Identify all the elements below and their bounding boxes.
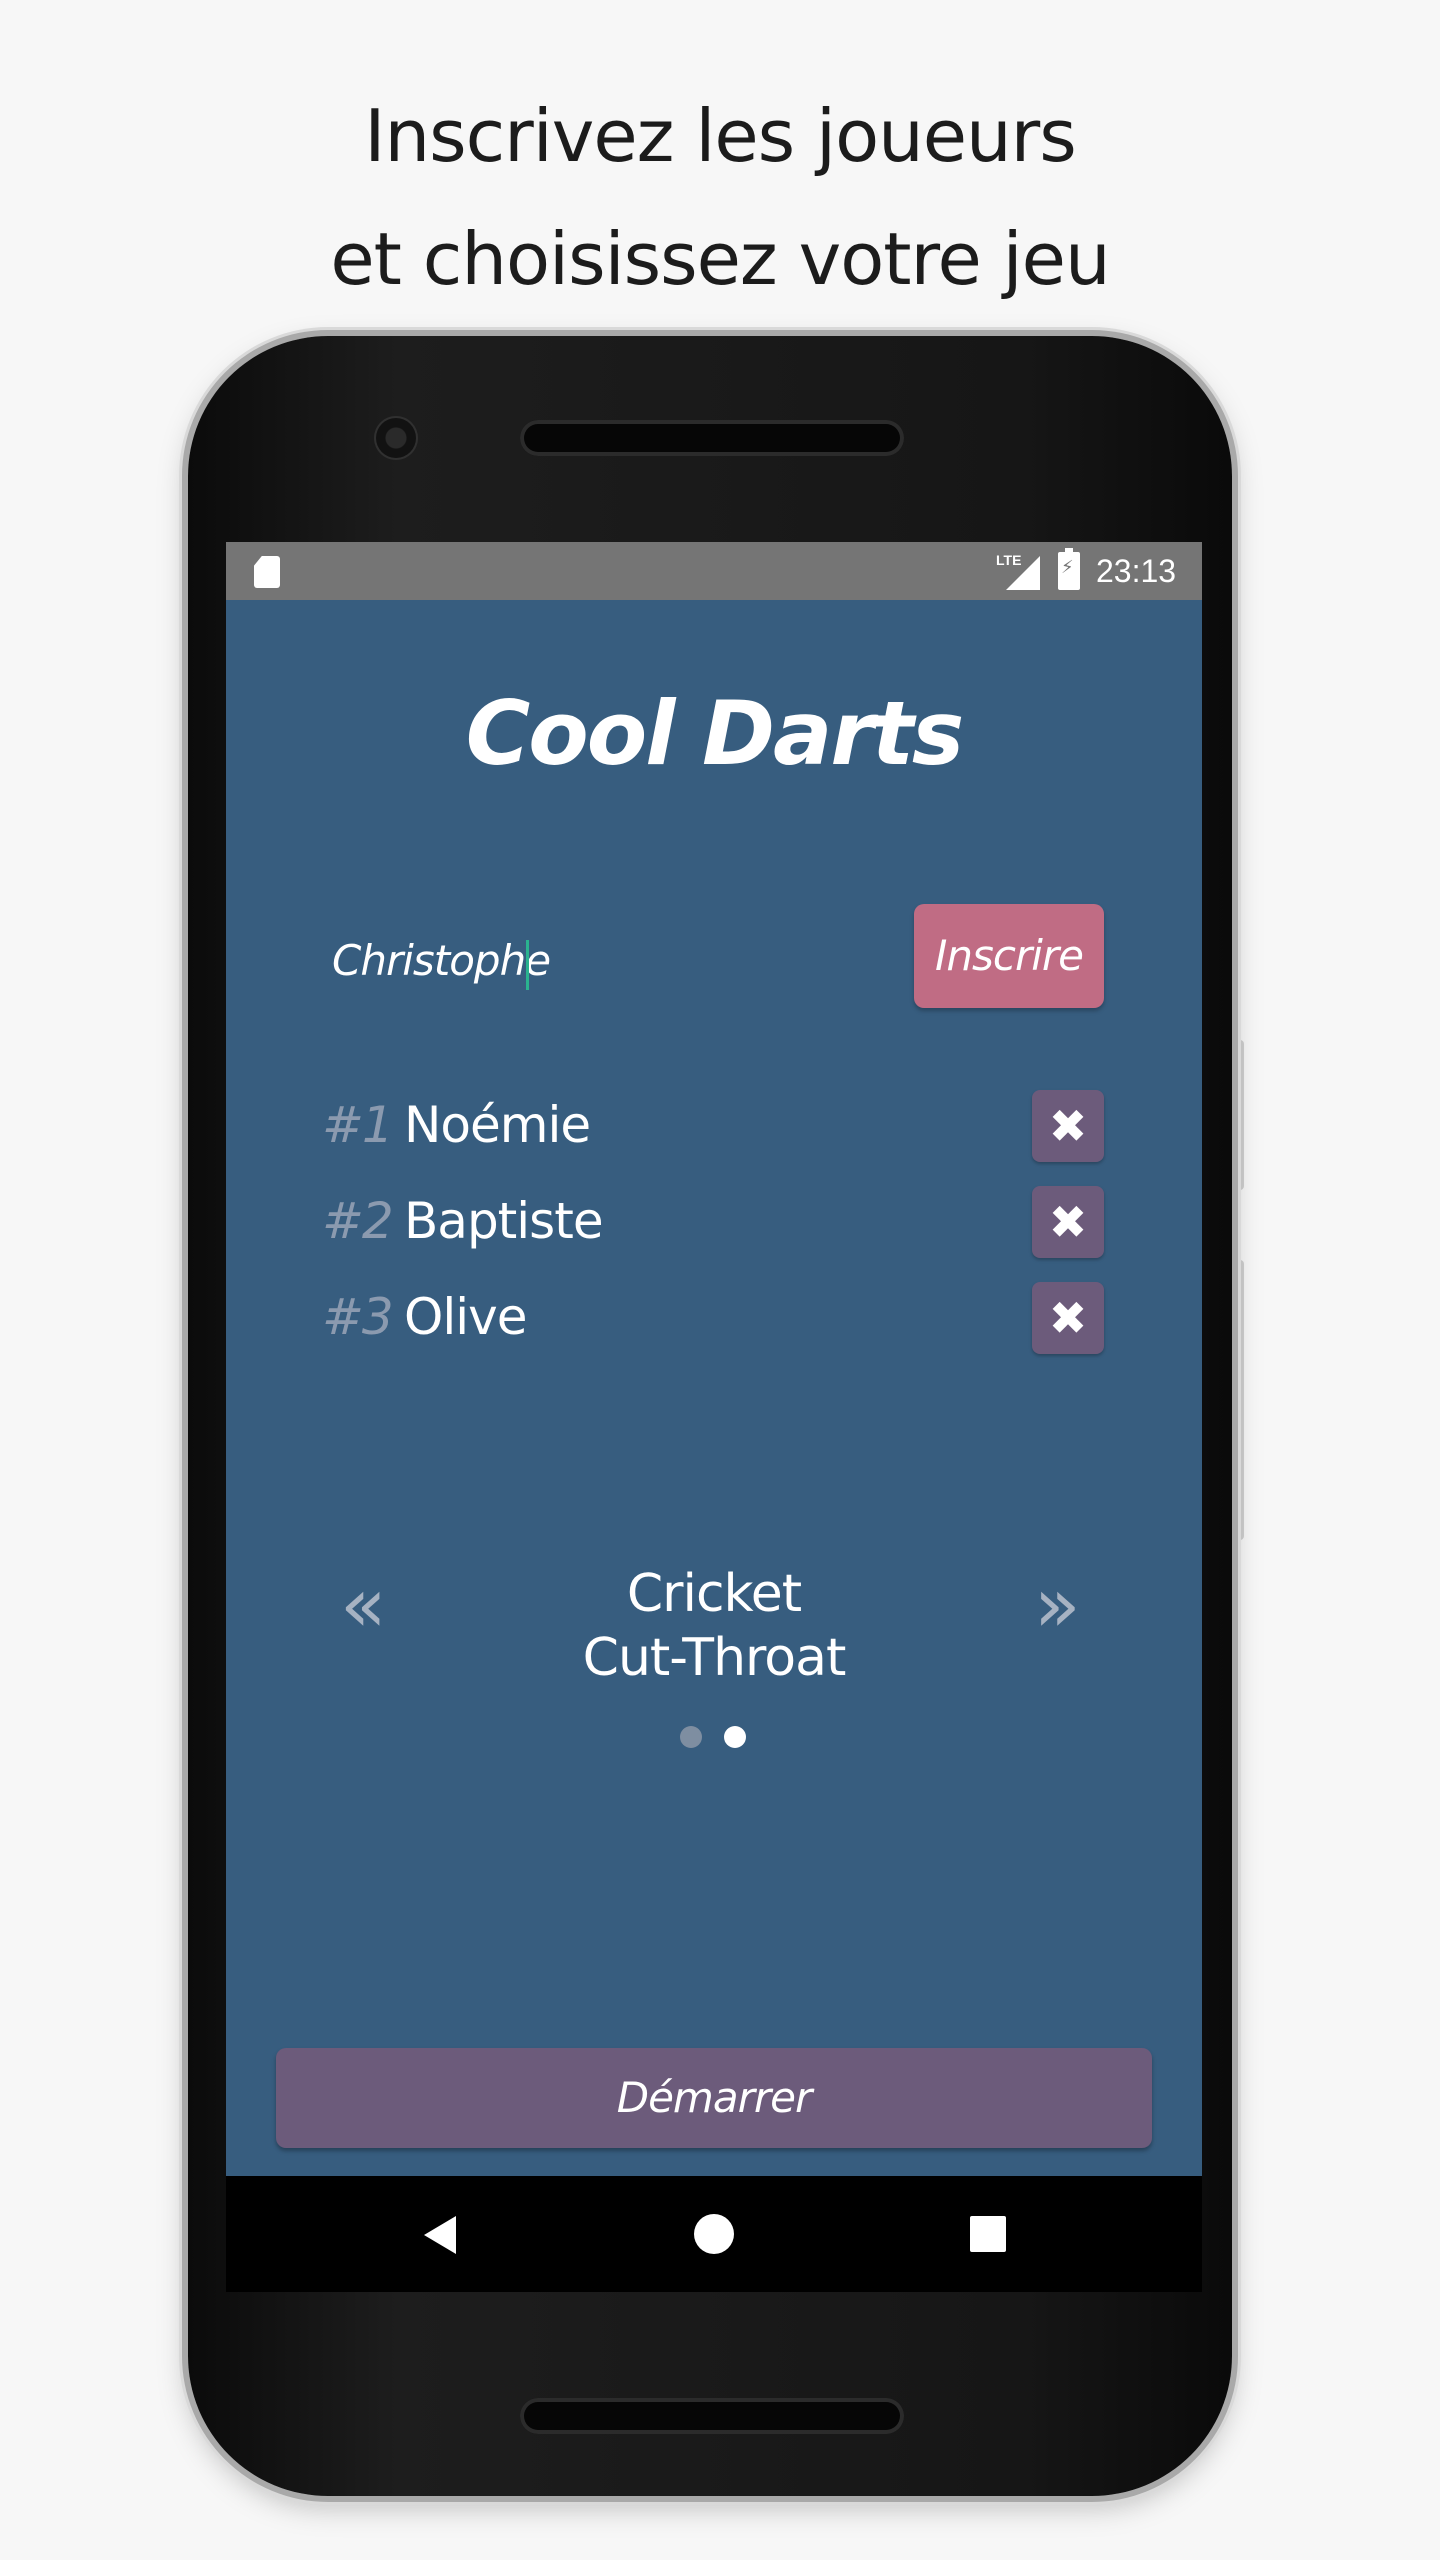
earpiece-speaker <box>520 420 904 456</box>
game-name-line-1: Cricket <box>626 1564 802 1624</box>
selected-game[interactable]: Cricket Cut-Throat <box>464 1562 964 1690</box>
text-caret <box>526 940 529 990</box>
remove-player-button[interactable]: ✖ <box>1032 1186 1104 1258</box>
status-bar: LTE 23:13 <box>226 542 1202 600</box>
player-row: #3 Olive ✖ <box>322 1282 1104 1354</box>
status-time: 23:13 <box>1096 553 1177 589</box>
start-button[interactable]: Démarrer <box>276 2048 1152 2148</box>
close-icon: ✖ <box>1048 1292 1088 1344</box>
page-indicator-dot-active <box>724 1726 746 1748</box>
front-camera <box>374 416 418 460</box>
player-number: #2 <box>322 1192 394 1250</box>
close-icon: ✖ <box>1048 1100 1088 1152</box>
caption-line-2: et choisissez votre jeu <box>330 217 1110 301</box>
player-name: Noémie <box>404 1096 591 1154</box>
close-icon: ✖ <box>1048 1196 1088 1248</box>
volume-button <box>1234 1040 1244 1190</box>
player-name: Olive <box>404 1288 527 1346</box>
android-nav-bar <box>226 2176 1202 2292</box>
caption-line-1: Inscrivez les joueurs <box>364 94 1077 178</box>
player-number: #3 <box>322 1288 394 1346</box>
register-button[interactable]: Inscrire <box>914 904 1104 1008</box>
remove-player-button[interactable]: ✖ <box>1032 1090 1104 1162</box>
battery-charging-icon <box>1058 548 1080 590</box>
power-button <box>1234 1260 1244 1540</box>
previous-game-chevron-icon[interactable]: « <box>340 1567 387 1643</box>
player-number: #1 <box>322 1096 394 1154</box>
next-game-chevron-icon[interactable]: » <box>1034 1567 1081 1643</box>
lte-signal-icon: LTE <box>996 552 1040 590</box>
remove-player-button[interactable]: ✖ <box>1032 1282 1104 1354</box>
sd-card-icon <box>254 556 280 588</box>
back-icon[interactable] <box>424 2216 456 2254</box>
player-name: Baptiste <box>404 1192 604 1250</box>
game-name-line-2: Cut-Throat <box>582 1628 847 1688</box>
bottom-speaker <box>520 2398 904 2434</box>
page-indicator-dot <box>680 1726 702 1748</box>
player-row: #2 Baptiste ✖ <box>322 1186 1104 1258</box>
player-name-input[interactable] <box>332 930 832 990</box>
player-row: #1 Noémie ✖ <box>322 1090 1104 1162</box>
home-icon[interactable] <box>694 2214 734 2254</box>
app-title: Cool Darts <box>465 682 965 785</box>
recent-apps-icon[interactable] <box>970 2216 1006 2252</box>
phone-screen: LTE 23:13 Cool Darts Inscrire #1 Noémie … <box>226 542 1202 2292</box>
